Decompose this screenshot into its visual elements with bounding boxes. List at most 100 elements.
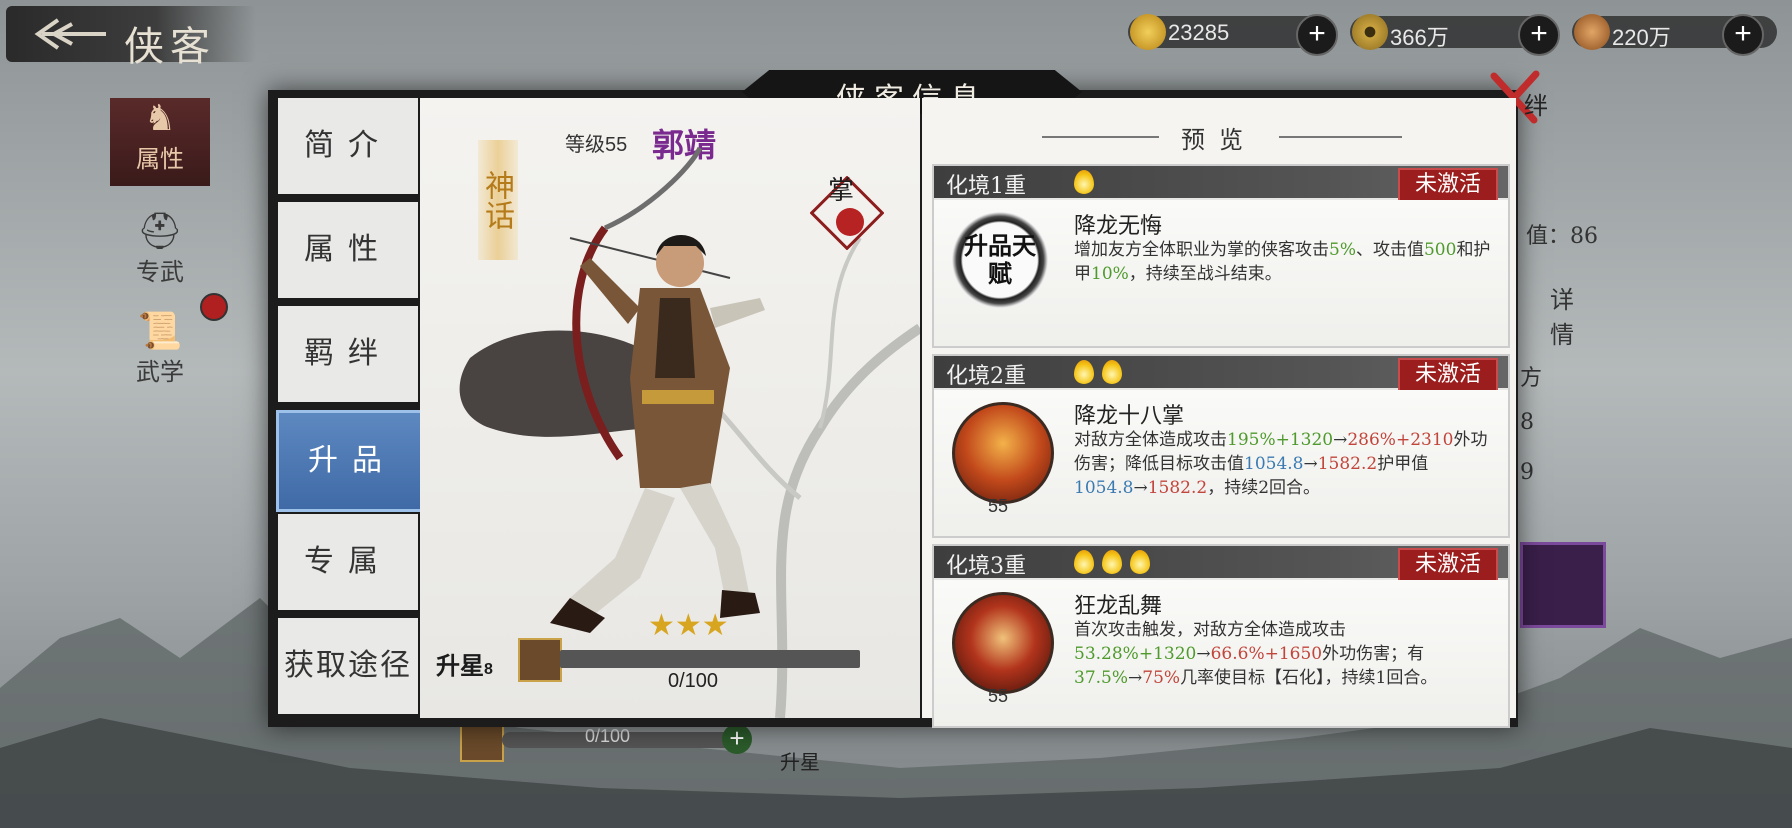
star-up-label: 升星8	[436, 646, 493, 681]
tier-header: 化境3重 未激活	[934, 546, 1508, 582]
desc-run: 37.5%	[1074, 668, 1129, 688]
add-gold-button[interactable]: +	[1296, 14, 1338, 56]
top-bar: 侠客 23285 + 366万 + 220万 +	[0, 0, 1792, 70]
nav-label: 武学	[136, 358, 184, 386]
resource-gold: 23285 +	[1128, 10, 1348, 56]
sun-icon	[1102, 360, 1122, 384]
hero-stars: ★★★	[648, 608, 729, 643]
tier-body: 55 降龙十八掌 对敌方全体造成攻击195%+1320→286%+2310外功伤…	[934, 390, 1508, 536]
sun-icon	[1102, 550, 1122, 574]
tier-card-3: 化境3重 未激活 55 狂龙乱舞 首次攻击触发，对敌方全体造成攻击 53.28%+…	[932, 544, 1510, 728]
talent-seal-text: 升品天赋	[964, 231, 1036, 288]
tab-bonds[interactable]: 羁绊	[278, 306, 418, 406]
seal-glyph: 掌	[828, 176, 855, 206]
notification-dot	[200, 293, 228, 321]
tier-header: 化境1重 未激活	[934, 166, 1508, 202]
desc-run: →	[1133, 478, 1148, 498]
desc-run: 500	[1423, 240, 1457, 260]
resource-value: 23285	[1168, 20, 1230, 45]
nav-label: 属性	[136, 145, 184, 173]
dragon-palm-icon	[952, 402, 1054, 504]
star-up-label: 升星	[780, 750, 820, 774]
sun-icon	[1074, 170, 1094, 194]
tier-label: 化境3重	[946, 554, 1026, 579]
peek-value: 值：86	[1526, 224, 1598, 249]
desc-run: →	[1128, 668, 1143, 688]
star-progress-bar	[560, 650, 860, 668]
close-label: 绊	[1524, 92, 1548, 120]
desc-run: 增加友方全体职业为掌的侠客攻击	[1074, 240, 1329, 260]
tier-card-1: 化境1重 未激活 升品天赋 降龙无悔 增加友方全体职业为掌的侠客攻击5%、攻击值…	[932, 164, 1510, 348]
tab-upgrade[interactable]: 升品	[276, 410, 441, 512]
desc-run: →	[1333, 430, 1348, 450]
tier-label: 化境2重	[946, 364, 1026, 389]
desc-run: 10%	[1091, 264, 1129, 284]
desc-run: 75%	[1142, 668, 1181, 688]
desc-run: 1582.2	[1147, 478, 1208, 498]
add-button[interactable]: +	[722, 724, 752, 754]
tier-label: 化境1重	[946, 174, 1026, 199]
desc-run: 首次攻击触发，对敌方全体造成攻击	[1074, 620, 1346, 640]
desc-run: 对敌方全体造成攻击	[1074, 430, 1227, 450]
nav-martial-arts[interactable]: 📜 武学	[110, 310, 210, 400]
desc-run: 1582.2	[1317, 454, 1378, 474]
nav-label: 专武	[136, 258, 184, 286]
hero-avatar	[518, 638, 562, 682]
talent-seal-icon: 升品天赋	[952, 212, 1048, 308]
skill-name: 狂龙乱舞	[1074, 594, 1163, 619]
skill-level: 55	[988, 496, 1009, 516]
skill-description: 增加友方全体职业为掌的侠客攻击5%、攻击值500和护甲10%，持续至战斗结束。	[1074, 238, 1494, 286]
desc-run: 外功伤害；有	[1322, 644, 1425, 664]
gold-ingot-icon	[1130, 14, 1166, 50]
tier-body: 55 狂龙乱舞 首次攻击触发，对敌方全体造成攻击53.28%+1320→66.6…	[934, 580, 1508, 726]
progress-text: 0/100	[585, 726, 631, 746]
tier-body: 升品天赋 降龙无悔 增加友方全体职业为掌的侠客攻击5%、攻击值500和护甲10%…	[934, 200, 1508, 346]
skill-name: 降龙无悔	[1074, 214, 1163, 239]
details-button[interactable]: 详情	[1550, 280, 1580, 350]
tab-attributes[interactable]: 属性	[278, 202, 418, 302]
dragon-dance-icon	[952, 592, 1054, 694]
tab-exclusive[interactable]: 专属	[278, 514, 418, 614]
skill-description: 对敌方全体造成攻击195%+1320→286%+2310外功伤害；降低目标攻击值…	[1074, 428, 1494, 500]
skill-description: 首次攻击触发，对敌方全体造成攻击53.28%+1320→66.6%+1650外功…	[1074, 618, 1494, 690]
sun-icon	[1130, 550, 1150, 574]
back-button[interactable]: 侠客	[6, 6, 256, 70]
desc-run: ，持续至战斗结束。	[1128, 264, 1282, 284]
nav-attributes[interactable]: ♞ 属性	[110, 98, 210, 186]
status-badge: 未激活	[1398, 358, 1498, 392]
desc-run: 1054.8	[1074, 478, 1134, 498]
peek-value: 9	[1520, 460, 1534, 485]
desc-run: →	[1196, 644, 1211, 664]
star-up-count: 8	[484, 661, 493, 678]
desc-run: ，持续2回合。	[1207, 478, 1321, 498]
desc-run: 5%	[1329, 240, 1356, 260]
sun-icon	[1074, 360, 1094, 384]
star-up-text: 升星	[436, 651, 484, 680]
peek-value: 8	[1520, 410, 1534, 435]
skill-level: 55	[988, 686, 1009, 706]
sun-icon	[1074, 550, 1094, 574]
desc-run: 195%+1320	[1227, 430, 1334, 450]
tab-intro[interactable]: 简介	[278, 98, 418, 198]
peek-value: 方	[1520, 366, 1543, 391]
preview-title: 预览	[1159, 120, 1279, 155]
desc-run: 护甲值	[1377, 454, 1429, 474]
screen-title: 侠客	[124, 24, 216, 70]
desc-run: →	[1303, 454, 1318, 474]
status-badge: 未激活	[1398, 168, 1498, 202]
desc-run: 66.6%+1650	[1210, 644, 1323, 664]
tab-acquire[interactable]: 获取途径	[278, 618, 418, 718]
desc-run: 几率使目标【石化】，持续1回合。	[1180, 668, 1438, 688]
nav-exclusive-weapon[interactable]: ⛑ 专武	[110, 210, 210, 300]
desc-run: 、攻击值	[1355, 240, 1424, 260]
desc-run: 286%+2310	[1347, 430, 1454, 450]
tier-header: 化境2重 未激活	[934, 356, 1508, 392]
desc-run: 1054.8	[1244, 454, 1304, 474]
resource-value: 366万	[1390, 25, 1449, 50]
add-bag-button[interactable]: +	[1722, 14, 1764, 56]
resource-coin: 366万 +	[1350, 10, 1570, 56]
preview-panel: 预览 化境1重 未激活 升品天赋 降龙无悔 增加友方全体职业为掌的侠客攻击5%、…	[922, 98, 1516, 728]
fist-icon[interactable]	[1520, 542, 1606, 628]
add-coin-button[interactable]: +	[1518, 14, 1560, 56]
hero-portrait-panel: 神话 等级55 郭靖 掌 ★★★ 升星8 0/100	[420, 98, 920, 718]
